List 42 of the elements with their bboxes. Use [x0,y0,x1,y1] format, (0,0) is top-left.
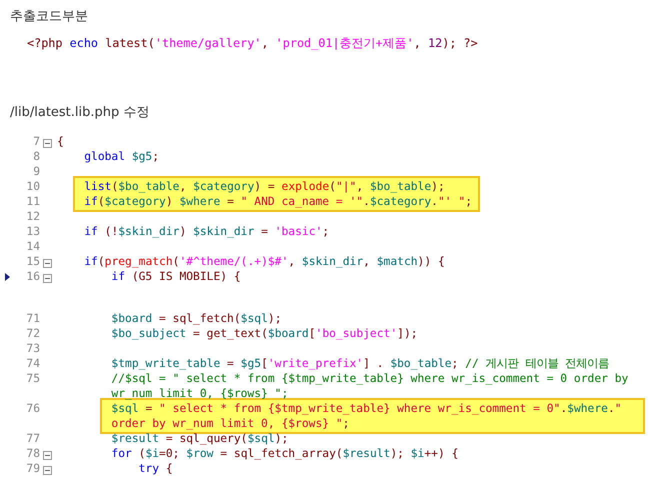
code-line: try { [138,461,173,476]
code-line: if (G5 IS MOBILE) { [110,269,241,284]
code-line: //$sql = " select * from {$tmp_write_table} where wr_is_comment = 0 order by wr_num limit 0, {$rows} "; [110,371,630,401]
line-number: 11 [25,194,40,209]
line-number: 79 [25,461,40,476]
section-heading: 추출코드부분 [9,8,89,26]
line-number: 77 [25,431,40,446]
line-number: 10 [25,179,40,194]
line-number: 7 [32,134,40,149]
line-number: 8 [32,149,40,164]
line-number: 71 [25,311,40,326]
code-line: if (!$skin_dir) $skin_dir = 'basic'; [83,224,330,239]
code-line: $board = sql_fetch($sql); [110,311,282,326]
code-line: list($bo_table, $category) = explode("|", $bo_table); [83,179,445,194]
line-number: 72 [25,326,40,341]
section-heading: /lib/latest.lib.php 수정 [9,104,150,122]
line-number: 76 [25,401,40,416]
line-number: 74 [25,356,40,371]
line-number: 9 [32,164,40,179]
collapse-icon[interactable] [43,274,52,283]
code-line: $sql = " select * from {$tmp_write_table} where wr_is_comment = 0".$where." order by wr_num limit 0, {$rows} "; [110,401,623,431]
code-line: for ($i=0; $row = sql_fetch_array($result); $i++) { [110,446,458,461]
code-line: $tmp_write_table = $g5['write_prefix'] . $bo_table; // 게시판 테이블 전체이름 [110,356,610,371]
code-line: if($category) $where = " AND ca_name = '".$category."' "; [83,194,472,209]
code-line: if(preg_match('#^theme/(.+)$#', $skin_dir, $match)) { [83,254,445,269]
code-line: <?php echo latest('theme/gallery', 'prod_01|충전기+제품', 12); ?> [27,35,478,52]
code-line: $bo_subject = get_text($board['bo_subject']); [110,326,418,341]
code-line: $result = sql_query($sql); [110,431,288,446]
line-number: 12 [25,209,40,224]
collapse-icon[interactable] [43,451,52,460]
collapse-icon[interactable] [43,139,52,148]
collapse-icon[interactable] [43,259,52,268]
collapse-icon[interactable] [43,466,52,475]
code-line: global $g5; [83,149,160,164]
line-number: 73 [25,341,40,356]
line-number: 16 [25,269,40,284]
line-number: 78 [25,446,40,461]
line-number: 13 [25,224,40,239]
line-number: 14 [25,239,40,254]
line-number: 15 [25,254,40,269]
code-line: { [57,134,64,149]
line-number: 75 [25,371,40,386]
